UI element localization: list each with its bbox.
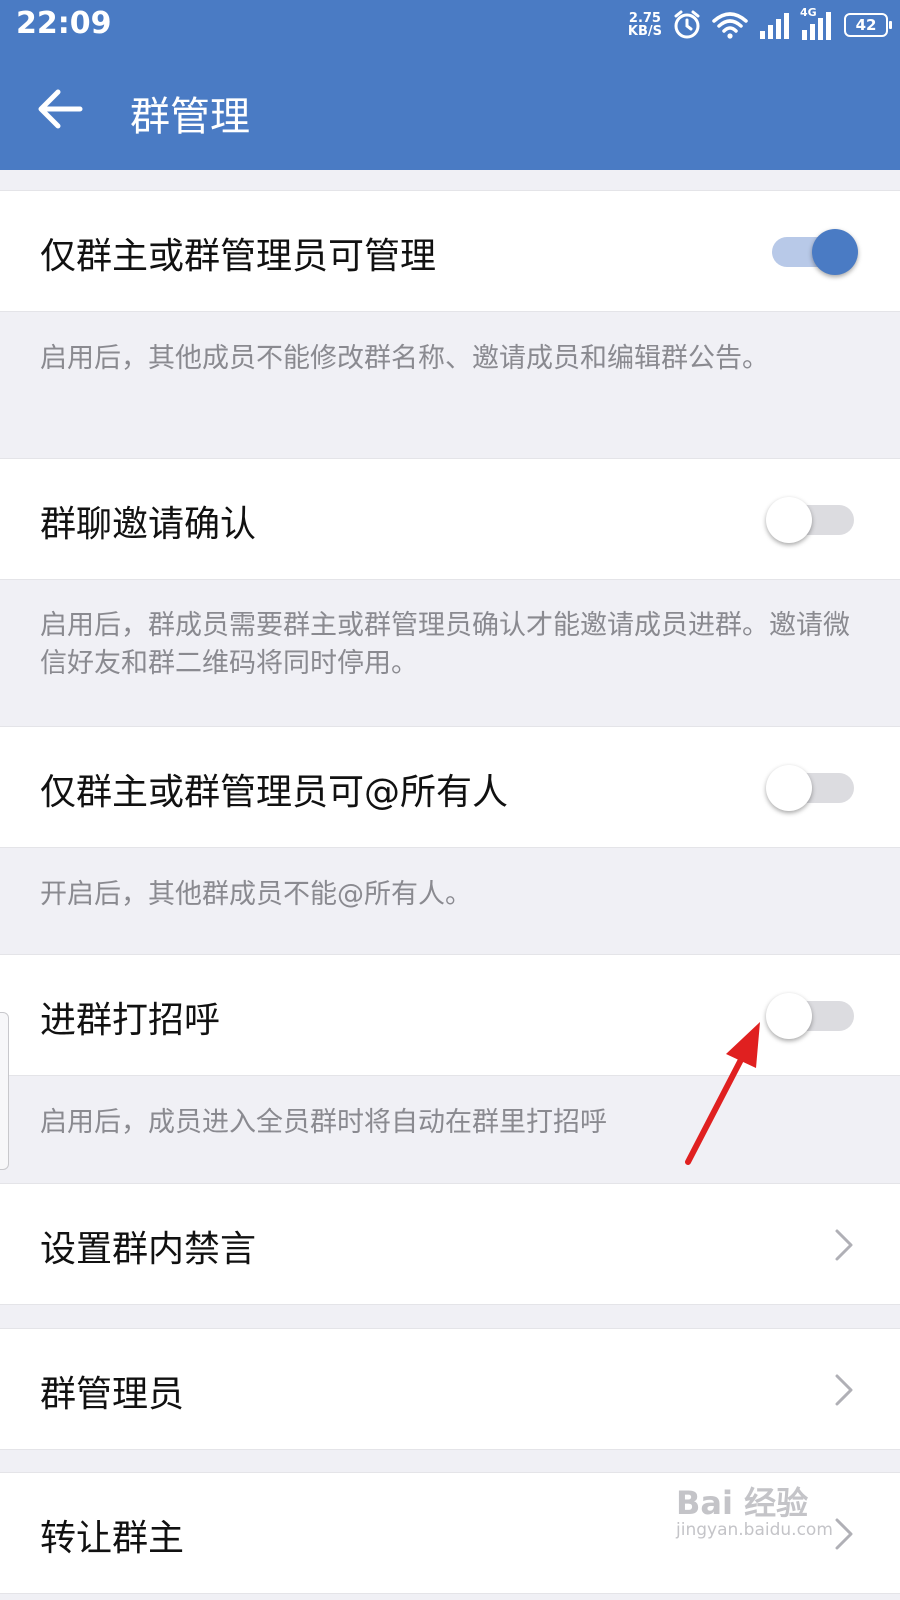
- setting-description: 启用后，其他成员不能修改群名称、邀请成员和编辑群公告。: [40, 343, 769, 374]
- status-icons: 2.75 KB/S 4G 42: [628, 6, 892, 42]
- network-speed: 2.75 KB/S: [628, 12, 662, 38]
- edge-drag-handle[interactable]: [0, 1012, 9, 1170]
- battery-indicator: 42: [844, 13, 892, 37]
- back-arrow-icon[interactable]: [30, 82, 90, 136]
- setting-row-mention-all: 仅群主或群管理员可@所有人: [0, 726, 900, 848]
- watermark-main: Bai 经验: [676, 1484, 809, 1522]
- signal-4g-icon: 4G: [800, 6, 834, 40]
- nav-row-mute-settings[interactable]: 设置群内禁言: [0, 1183, 900, 1305]
- chevron-right-icon: [835, 1518, 853, 1550]
- setting-label: 群聊邀请确认: [40, 504, 257, 545]
- nav-label: 转让群主: [40, 1518, 185, 1559]
- welcome-greeting-toggle[interactable]: [766, 993, 860, 1039]
- setting-row-owner-admin-manage: 仅群主或群管理员可管理: [0, 190, 900, 312]
- setting-label: 仅群主或群管理员可管理: [40, 236, 437, 277]
- setting-description: 开启后，其他群成员不能@所有人。: [40, 879, 472, 910]
- setting-row-invite-confirm: 群聊邀请确认: [0, 458, 900, 580]
- toggle-knob: [812, 229, 858, 275]
- network-speed-unit: KB/S: [627, 24, 662, 39]
- wifi-icon: [712, 12, 748, 39]
- chevron-right-icon: [835, 1229, 853, 1261]
- invite-confirm-toggle[interactable]: [766, 497, 860, 543]
- setting-label: 仅群主或群管理员可@所有人: [40, 772, 509, 813]
- mention-all-toggle[interactable]: [766, 765, 860, 811]
- toggle-knob: [766, 497, 812, 543]
- toggle-knob: [766, 765, 812, 811]
- signal-icon: [760, 13, 789, 39]
- setting-description: 启用后，群成员需要群主或群管理员确认才能邀请成员进群。邀请微信好友和群二维码将同…: [40, 610, 850, 679]
- red-arrow-annotation: [685, 1022, 760, 1165]
- nav-label: 群管理员: [40, 1374, 185, 1415]
- app-bar: 群管理: [0, 48, 900, 170]
- owner-admin-manage-toggle[interactable]: [766, 229, 860, 275]
- watermark-sub: jingyan.baidu.com: [676, 1520, 833, 1540]
- page-title: 群管理: [130, 94, 250, 140]
- nav-label: 设置群内禁言: [40, 1229, 257, 1270]
- setting-label: 进群打招呼: [40, 1000, 221, 1041]
- watermark: Bai 经验 jingyan.baidu.com: [676, 1478, 833, 1540]
- status-time: 22:09: [16, 6, 112, 41]
- chevron-right-icon: [835, 1374, 853, 1406]
- nav-row-group-admins[interactable]: 群管理员: [0, 1328, 900, 1450]
- status-bar: 22:09 2.75 KB/S 4G 42: [0, 0, 900, 48]
- alarm-icon: [674, 10, 700, 39]
